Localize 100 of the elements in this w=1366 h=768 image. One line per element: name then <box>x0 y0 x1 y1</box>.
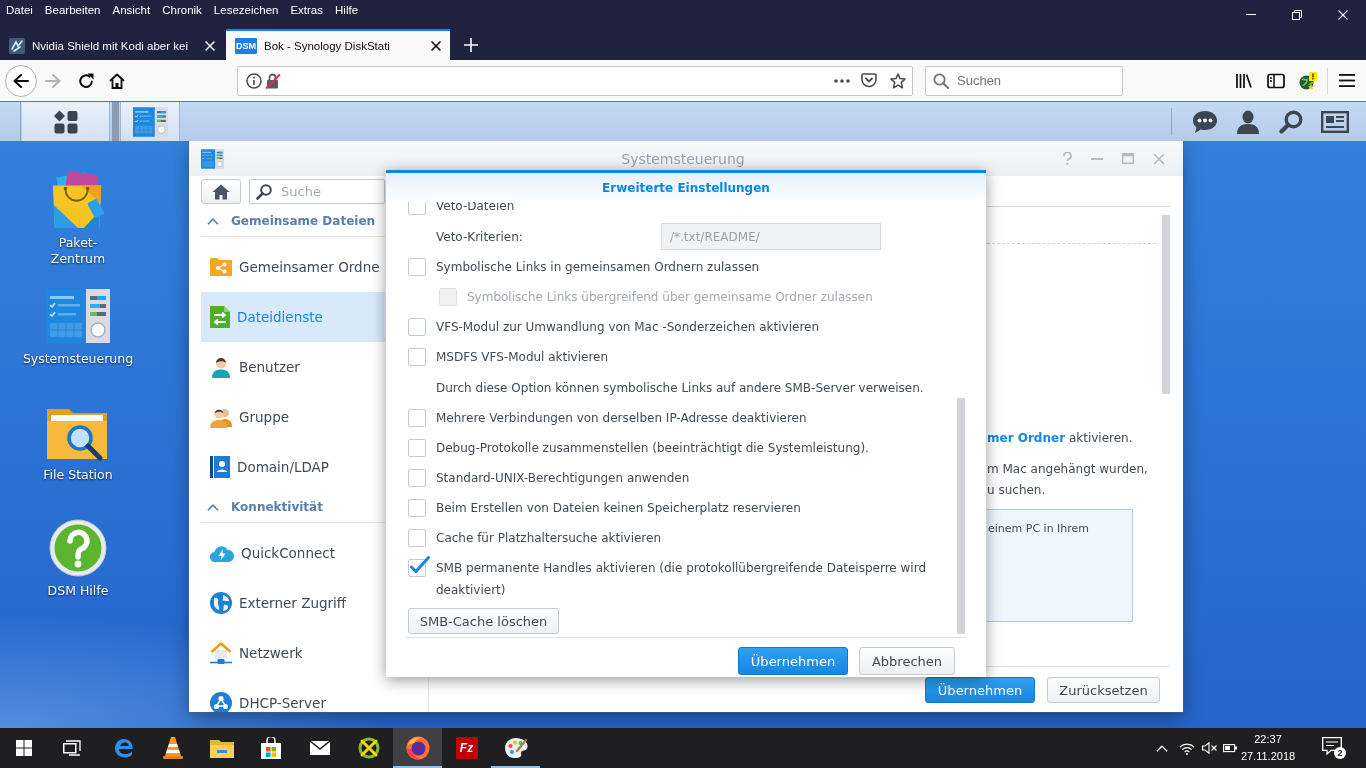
search-field[interactable]: Suchen <box>925 65 1123 96</box>
checkbox-label: Symbolische Links in gemeinsamen Ordnern zulassen <box>436 259 760 276</box>
restore-icon[interactable] <box>1292 9 1302 20</box>
app-button[interactable] <box>120 102 180 141</box>
desktop-icon-label[interactable]: Paket-Zentrum <box>35 235 121 267</box>
reload-icon[interactable] <box>78 72 94 89</box>
search-icon[interactable] <box>1279 109 1303 134</box>
user-icon[interactable] <box>1236 109 1260 134</box>
notification-count: 2 <box>1334 747 1346 759</box>
shopping-bag-icon[interactable] <box>259 737 282 759</box>
section-header[interactable]: Konnektivität <box>201 492 385 523</box>
desktop-icon-label[interactable]: File Station <box>43 467 113 483</box>
menu-item[interactable]: Bearbeiten <box>38 0 107 21</box>
battery-icon[interactable] <box>1223 743 1237 753</box>
taskbar-button[interactable]: Fz <box>442 728 491 768</box>
menu-item[interactable]: Chronik <box>156 0 208 21</box>
menu-item[interactable]: Lesezeichen <box>207 0 285 21</box>
app-icon[interactable] <box>357 737 380 759</box>
sidebar-item[interactable]: QuickConnect <box>201 528 385 578</box>
checkbox[interactable] <box>408 348 426 366</box>
checkbox[interactable] <box>408 439 426 457</box>
insecure-lock-icon[interactable] <box>265 72 281 89</box>
sidebar-item[interactable]: Gruppe <box>201 392 385 442</box>
palette-icon[interactable] <box>503 737 528 759</box>
menu-item[interactable]: Hilfe <box>329 0 365 21</box>
sidebar-item[interactable]: Netzwerk <box>201 628 385 678</box>
traffic-cone-icon[interactable] <box>162 737 183 759</box>
main-menu-button[interactable] <box>22 102 110 141</box>
plus-icon[interactable] <box>464 37 478 52</box>
reset-button[interactable]: Zurücksetzen <box>1047 677 1160 703</box>
more-icon[interactable] <box>834 78 850 83</box>
checkbox[interactable] <box>408 529 426 547</box>
section-header[interactable]: Gemeinsame Dateien <box>201 206 385 237</box>
info-icon[interactable] <box>246 72 262 89</box>
search-icon <box>933 72 949 89</box>
desktop-icon-label[interactable]: Systemsteuerung <box>22 351 134 367</box>
control-panel-icon[interactable] <box>46 289 110 343</box>
checkbox[interactable] <box>408 318 426 336</box>
dialog-title: Erweiterte Einstellungen <box>602 180 770 195</box>
file-transfer-icon <box>210 306 230 328</box>
address-field[interactable] <box>237 65 913 96</box>
menu-icon[interactable] <box>1339 74 1355 87</box>
muted-speaker-icon[interactable] <box>1202 742 1217 754</box>
scrollbar[interactable] <box>1162 215 1170 394</box>
sidebar-icon[interactable] <box>1267 72 1285 89</box>
envelope-icon[interactable] <box>308 740 331 756</box>
sidebar-item[interactable]: Externer Zugriff <box>201 578 385 628</box>
folder-icon[interactable] <box>209 738 234 758</box>
menu-item[interactable]: Ansicht <box>106 0 157 21</box>
chat-icon[interactable] <box>1192 109 1218 134</box>
home-button[interactable] <box>201 179 241 204</box>
checkbox[interactable] <box>408 469 426 487</box>
clock-button[interactable]: 22:37 27.11.2018 <box>1240 731 1296 765</box>
windows-start-icon[interactable] <box>16 740 32 756</box>
close-icon[interactable] <box>431 40 441 51</box>
checkbox-label: Standard-UNIX-Berechtigungen anwenden <box>436 470 690 487</box>
checkbox-label: Symbolische Links übergreifend über gemeinsame Ordner zulassen <box>467 289 873 306</box>
library-icon[interactable] <box>1235 72 1253 89</box>
cancel-button[interactable]: Abbrechen <box>859 647 955 675</box>
notification-icon[interactable] <box>1322 737 1342 755</box>
checkbox[interactable] <box>408 258 426 276</box>
menu-item[interactable]: Extras <box>284 0 329 21</box>
desktop-icon-label[interactable]: DSM Hilfe <box>47 583 109 599</box>
apps-grid-icon <box>53 109 78 134</box>
house-network-icon <box>210 642 232 664</box>
help-icon[interactable] <box>49 519 107 577</box>
clear-cache-button[interactable]: SMB-Cache löschen <box>408 608 559 634</box>
sidebar-item[interactable]: Gemeinsamer Ordne <box>201 242 385 292</box>
wifi-icon[interactable] <box>1179 741 1195 755</box>
globe-logo-icon[interactable] <box>405 736 430 760</box>
site-logo: DSM <box>235 37 257 54</box>
home-icon <box>212 183 230 200</box>
sidebar-item[interactable]: Benutzer <box>201 342 385 392</box>
task-view-icon[interactable] <box>63 740 81 756</box>
cloud-icon <box>210 544 234 562</box>
control-panel-icon <box>201 148 224 169</box>
checkbox[interactable] <box>408 555 430 577</box>
window-title: Systemsteuerung <box>621 150 745 167</box>
checkbox[interactable] <box>408 202 426 215</box>
pocket-icon[interactable] <box>861 73 877 88</box>
home-icon[interactable] <box>109 72 125 89</box>
checkbox[interactable] <box>408 499 426 517</box>
info-box: einem PC in Ihrem <box>987 509 1133 622</box>
sidebar-item[interactable]: DHCP-Server <box>201 678 385 712</box>
checkbox[interactable] <box>408 409 426 427</box>
description-text: mer Ordner aktivieren. <box>987 430 1134 447</box>
sidebar-item[interactable]: Domain/LDAP <box>201 442 385 492</box>
extension-icon[interactable] <box>1299 71 1317 90</box>
browser-tab[interactable]: Nvidia Shield mit Kodi aber kei <box>0 29 224 60</box>
id-card-icon[interactable] <box>1321 110 1349 133</box>
back-button[interactable] <box>5 64 37 97</box>
scrollbar[interactable] <box>957 398 965 634</box>
browser-tab[interactable]: DSM Bok - Synology DiskStati <box>226 29 450 60</box>
hint-text: Durch diese Option können symbolische Links auf andere SMB-Server verweisen. <box>436 380 924 395</box>
star-icon[interactable] <box>890 72 906 89</box>
checkbox-label: Mehrere Verbindungen von derselben IP-Adresse deaktivieren <box>436 410 807 427</box>
browser-logo-icon[interactable] <box>112 737 135 759</box>
chevron-up-icon[interactable] <box>1156 744 1168 752</box>
menu-item[interactable]: Datei <box>0 0 39 21</box>
link[interactable]: mer Ordner <box>987 431 1066 445</box>
